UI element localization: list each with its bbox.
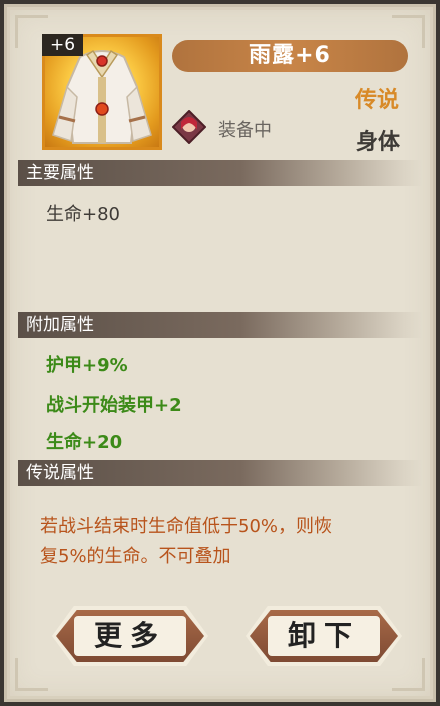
unequip-button-label: 卸下 (268, 616, 380, 656)
extra-stat-start-armor: 战斗开始装甲+2 (46, 395, 182, 416)
legend-effect-text: 若战斗结束时生命值低于50%，则恢 复5%的生命。不可叠加 (40, 512, 400, 572)
item-name: 雨露+6 (172, 40, 408, 72)
more-button[interactable]: 更多 (52, 606, 208, 666)
main-attributes-header: 主要属性 (18, 160, 422, 186)
frame-corner (392, 658, 425, 691)
rarity-label: 传说 (355, 88, 400, 113)
equipped-status: 装备中 (218, 120, 272, 141)
legend-attributes-header: 传说属性 (18, 460, 422, 486)
hero-portrait-icon[interactable] (171, 109, 207, 145)
frame-corner (15, 658, 48, 691)
extra-stat-armor: 护甲+9% (46, 355, 128, 376)
legend-effect-line: 复5%的生命。不可叠加 (40, 546, 231, 567)
more-button-label: 更多 (74, 616, 186, 656)
legend-effect-line: 若战斗结束时生命值低于50%，则恢 (40, 516, 333, 537)
extra-stat-hp: 生命+20 (46, 432, 123, 453)
level-badge: +6 (42, 34, 84, 56)
main-stat-hp: 生命+80 (46, 204, 120, 225)
slot-label: 身体 (356, 130, 401, 155)
unequip-button[interactable]: 卸下 (246, 606, 402, 666)
extra-attributes-header: 附加属性 (18, 312, 422, 338)
